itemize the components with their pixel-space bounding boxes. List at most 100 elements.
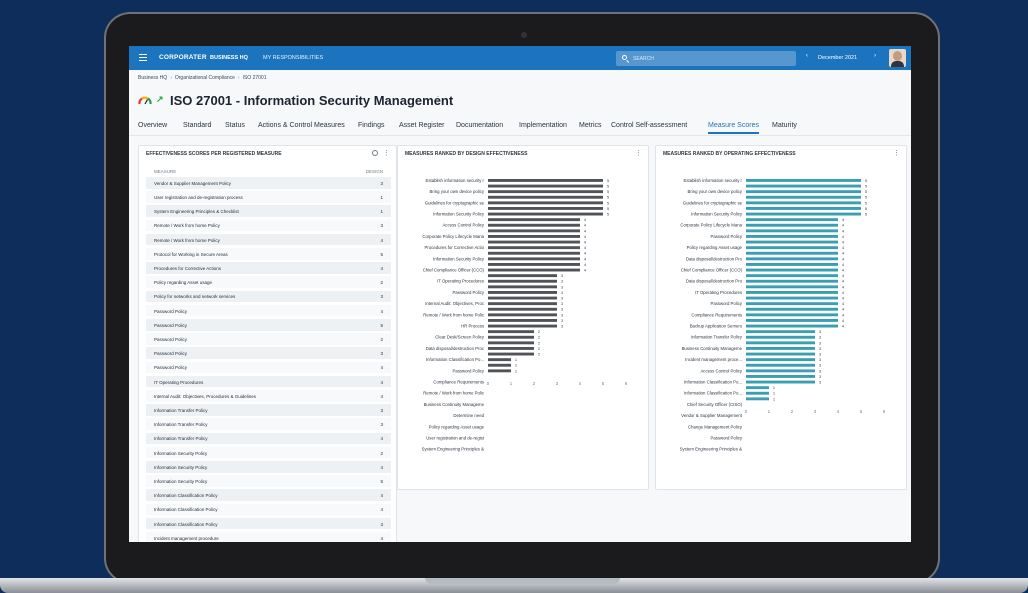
- table-row[interactable]: Remote / Work from home Policy 3: [146, 219, 391, 233]
- operating-chart-bar[interactable]: [746, 397, 769, 401]
- operating-chart-bar[interactable]: [746, 268, 838, 272]
- tab-status[interactable]: Status: [225, 122, 245, 129]
- more-options-icon[interactable]: ⋮: [434, 95, 442, 104]
- design-chart-bar[interactable]: [488, 195, 603, 199]
- table-row[interactable]: Information Transfer Policy 3: [146, 404, 391, 417]
- operating-chart-bar[interactable]: [746, 285, 838, 289]
- operating-chart-bar[interactable]: [746, 179, 861, 182]
- operating-chart-bar[interactable]: [746, 352, 815, 356]
- operating-chart-bar[interactable]: [746, 313, 838, 317]
- design-chart-bar[interactable]: [488, 296, 557, 300]
- design-chart-bar[interactable]: [488, 218, 580, 222]
- operating-chart-bar[interactable]: [746, 184, 861, 188]
- table-row[interactable]: Information Transfer Policy 3: [146, 418, 391, 431]
- design-chart-bar[interactable]: [488, 240, 580, 244]
- tab-maturity[interactable]: Maturity: [772, 122, 797, 129]
- tab-implementation[interactable]: Implementation: [519, 122, 567, 129]
- design-chart-bar[interactable]: [488, 268, 580, 272]
- tab-standard[interactable]: Standard: [183, 122, 211, 129]
- table-row[interactable]: System Engineering Principles & Checklis…: [146, 205, 391, 218]
- table-row[interactable]: Password Policy 4: [146, 304, 391, 318]
- design-chart-bar[interactable]: [488, 369, 511, 373]
- breadcrumb-business-hq[interactable]: Business HQ: [138, 75, 167, 81]
- design-chart-bar[interactable]: [488, 190, 603, 194]
- operating-chart-bar[interactable]: [746, 341, 815, 345]
- operating-chart-bar[interactable]: [746, 375, 815, 378]
- table-row[interactable]: Procedures for Corrective Actions 4: [146, 262, 391, 275]
- operating-chart-bar[interactable]: [746, 330, 815, 334]
- breadcrumb-organizational-compliance[interactable]: Organizational Compliance: [175, 75, 235, 81]
- operating-chart-bar[interactable]: [746, 319, 838, 322]
- operating-chart-bar[interactable]: [746, 324, 838, 328]
- column-header-measure[interactable]: MEASURE: [154, 169, 176, 174]
- design-chart-bar[interactable]: [488, 341, 534, 345]
- operating-chart-bar[interactable]: [746, 207, 861, 210]
- table-row[interactable]: Password Policy 5: [146, 319, 391, 332]
- table-row[interactable]: Information Security Policy 4: [146, 461, 391, 474]
- table-row[interactable]: Policy regarding Asset usage 2: [146, 276, 391, 289]
- operating-chart-bar[interactable]: [746, 291, 838, 294]
- nav-my-responsibilities[interactable]: MY RESPONSIBILITIES: [263, 55, 323, 61]
- design-chart-bar[interactable]: [488, 179, 603, 182]
- operating-chart-bar[interactable]: [746, 369, 815, 373]
- operating-chart-bar[interactable]: [746, 218, 838, 222]
- design-chart-bar[interactable]: [488, 307, 557, 311]
- design-chart-bar[interactable]: [488, 319, 557, 322]
- tab-control-self-assessment[interactable]: Control Self-assessment: [611, 122, 687, 129]
- operating-chart-bar[interactable]: [746, 302, 838, 306]
- operating-chart-bar[interactable]: [746, 251, 838, 255]
- breadcrumb-iso-27001[interactable]: ISO 27001: [243, 75, 267, 81]
- operating-chart-bar[interactable]: [746, 386, 769, 390]
- tab-measure-scores[interactable]: Measure Scores: [708, 122, 759, 134]
- design-chart-bar[interactable]: [488, 335, 534, 339]
- column-header-design[interactable]: DESIGN: [366, 169, 383, 174]
- period-selector[interactable]: December 2021: [818, 55, 857, 61]
- table-row[interactable]: Information Security Policy 5: [146, 475, 391, 488]
- operating-chart-bar[interactable]: [746, 201, 861, 205]
- table-row[interactable]: Remote / Work from home Policy 4: [146, 233, 391, 247]
- design-chart-bar[interactable]: [488, 251, 580, 255]
- table-row[interactable]: User registration and de-registration pr…: [146, 191, 391, 204]
- user-avatar[interactable]: [889, 49, 906, 67]
- design-chart-bar[interactable]: [488, 184, 603, 188]
- table-row[interactable]: Internal Audit: Objectives, Procedures &…: [146, 390, 391, 403]
- table-row[interactable]: Password Policy 3: [146, 347, 391, 360]
- search-input[interactable]: SEARCH: [616, 51, 796, 66]
- table-row[interactable]: Information Transfer Policy 4: [146, 432, 391, 446]
- tab-metrics[interactable]: Metrics: [579, 122, 602, 129]
- operating-chart-bar[interactable]: [746, 195, 861, 199]
- tab-overview[interactable]: Overview: [138, 122, 167, 129]
- operating-chart-bar[interactable]: [746, 335, 815, 339]
- design-chart-bar[interactable]: [488, 358, 511, 362]
- design-chart-bar[interactable]: [488, 212, 603, 216]
- operating-chart-bar[interactable]: [746, 307, 838, 311]
- design-chart-bar[interactable]: [488, 363, 511, 367]
- table-row[interactable]: Policy for networks and network services…: [146, 290, 391, 304]
- table-row[interactable]: Protocol for Working in Secure Areas 5: [146, 248, 391, 261]
- operating-chart-bar[interactable]: [746, 257, 838, 261]
- operating-chart-bar[interactable]: [746, 296, 838, 300]
- design-chart-bar[interactable]: [488, 201, 603, 205]
- design-chart-bar[interactable]: [488, 313, 557, 317]
- operating-chart-bar[interactable]: [746, 279, 838, 283]
- tab-documentation[interactable]: Documentation: [456, 122, 503, 129]
- design-chart-bar[interactable]: [488, 246, 580, 250]
- table-row[interactable]: Password Policy 4: [146, 361, 391, 375]
- corporater-logo[interactable]: CORPORATER: [159, 54, 207, 61]
- table-row[interactable]: Information Classification Policy 4: [146, 503, 391, 517]
- table-row[interactable]: Information Classification Policy 3: [146, 517, 391, 531]
- design-chart-bar[interactable]: [488, 263, 580, 266]
- design-chart-bar[interactable]: [488, 257, 580, 261]
- operating-chart-bar[interactable]: [746, 363, 815, 367]
- more-options-icon[interactable]: ⋮: [383, 149, 390, 157]
- operating-chart-bar[interactable]: [746, 190, 861, 194]
- operating-chart-bar[interactable]: [746, 246, 838, 250]
- table-row[interactable]: Password Policy 2: [146, 333, 391, 346]
- design-chart-bar[interactable]: [488, 279, 557, 283]
- operating-chart-bar[interactable]: [746, 358, 815, 362]
- operating-chart-bar[interactable]: [746, 263, 838, 266]
- search-icon[interactable]: [372, 150, 378, 156]
- operating-chart-bar[interactable]: [746, 235, 838, 238]
- design-chart-bar[interactable]: [488, 285, 557, 289]
- design-chart-bar[interactable]: [488, 207, 603, 210]
